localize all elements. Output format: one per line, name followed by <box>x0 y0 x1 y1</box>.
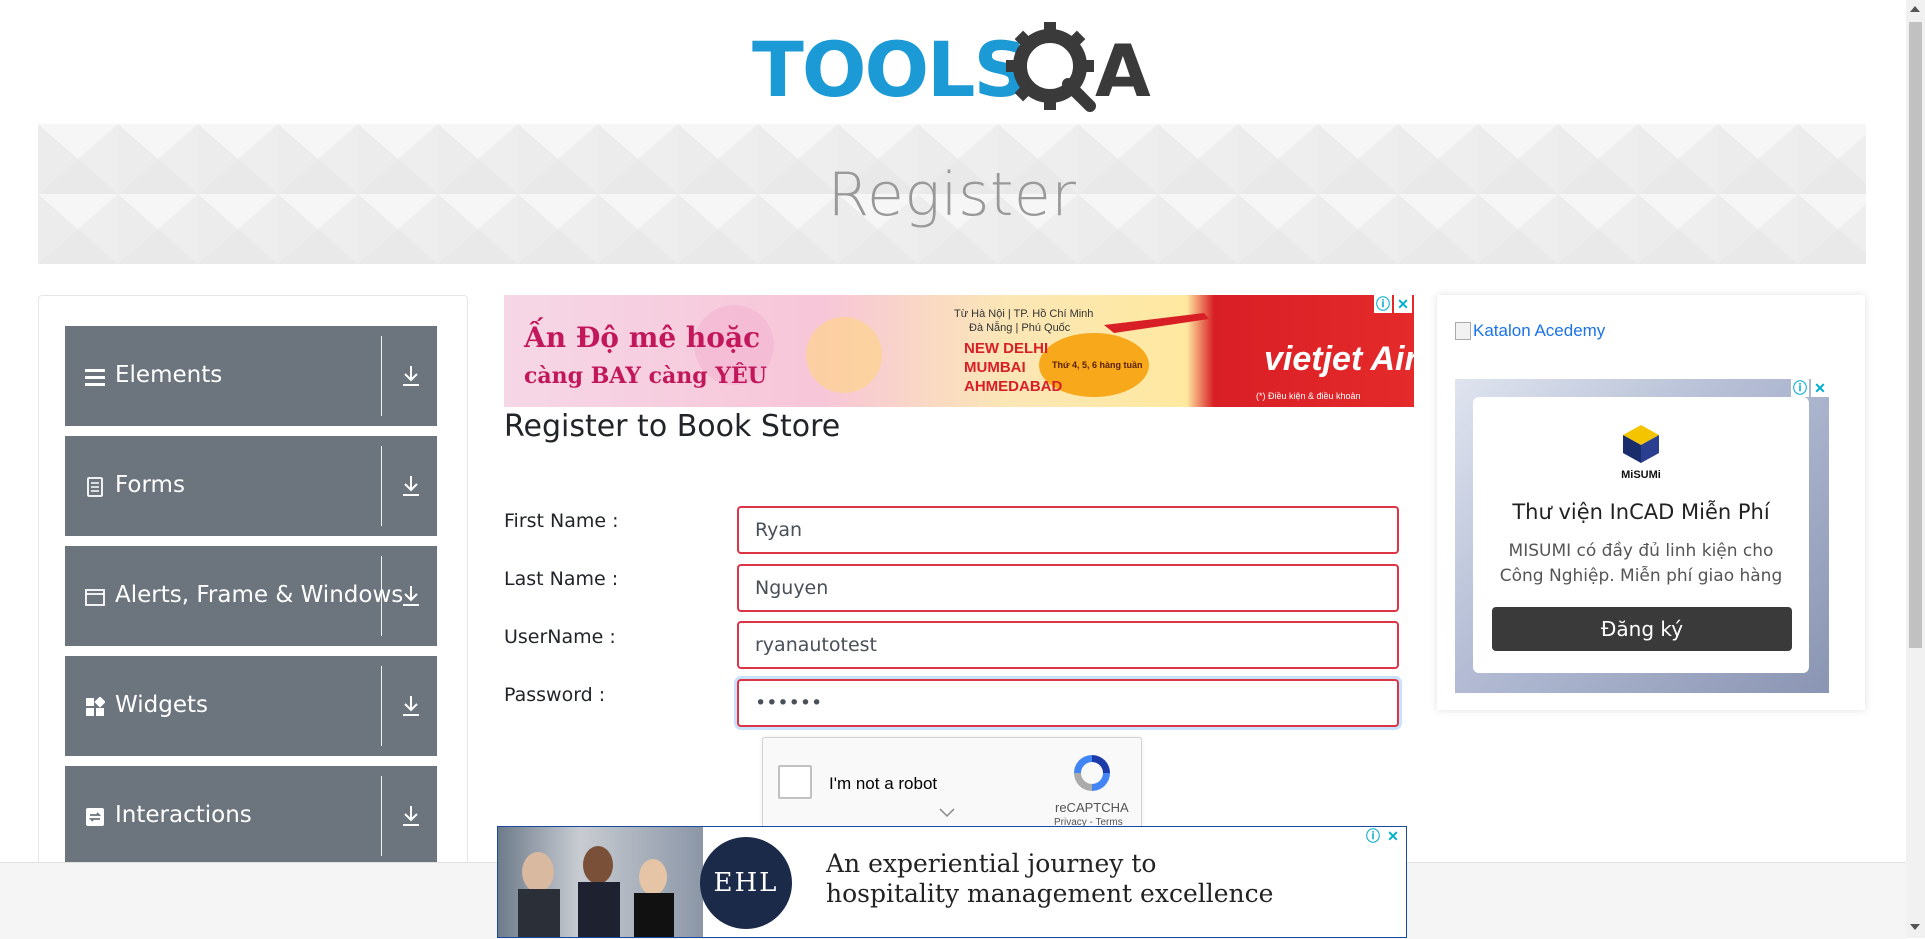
ad-headline-2: càng BAY càng YÊU <box>524 362 767 389</box>
misumi-heading: Thư viện InCAD Miễn Phí <box>1512 500 1770 524</box>
form-title: Register to Book Store <box>504 409 841 444</box>
scroll-down-icon[interactable] <box>1910 924 1920 930</box>
vietjet-ad-graphic: Ấn Độ mê hoặc càng BAY càng YÊU Từ Hà Nộ… <box>504 295 1414 407</box>
toolsqa-logo[interactable]: TOOLS A <box>750 16 1160 116</box>
download-arrow-icon[interactable] <box>401 694 421 718</box>
last-name-input[interactable]: Nguyen <box>737 564 1399 612</box>
ad-banner-vietjet[interactable]: Ấn Độ mê hoặc càng BAY càng YÊU Từ Hà Nộ… <box>504 295 1414 407</box>
sidebar-group-label: Interactions <box>115 802 252 828</box>
divider <box>381 556 382 636</box>
recaptcha-logo-icon <box>1074 755 1110 791</box>
ad-routes-from: Từ Hà Nội | TP. Hồ Chí Minh <box>954 308 1093 320</box>
recaptcha-widget: I'm not a robot reCAPTCHA Privacy - Term… <box>762 737 1142 833</box>
ad-banner-ehl[interactable]: EHL An experiential journey to hospitali… <box>497 826 1407 938</box>
ad-destination: AHMEDABAD <box>964 378 1062 395</box>
recaptcha-brand: reCAPTCHA <box>1055 800 1129 815</box>
misumi-logo-text: MiSUMi <box>1621 469 1661 481</box>
ad-destination: NEW DELHI <box>964 340 1048 357</box>
sidebar-group-label: Widgets <box>115 692 208 718</box>
ehl-line-1: An experiential journey to <box>826 849 1157 878</box>
katalon-ad-link[interactable]: Katalon Acedemy <box>1455 321 1605 341</box>
ehl-photo <box>498 827 703 937</box>
ad-close-icon[interactable]: ✕ <box>1384 827 1402 845</box>
page-banner: Register <box>38 124 1866 264</box>
sidebar-group-label: Elements <box>115 362 223 388</box>
ad-close-icon[interactable]: ✕ <box>1394 295 1412 313</box>
ad-info-icon[interactable]: ⓘ <box>1791 379 1809 397</box>
recaptcha-checkbox[interactable] <box>778 765 812 799</box>
divider <box>381 446 382 526</box>
ad-disclaimer: (*) Điều kiện & điều khoản <box>1256 391 1361 401</box>
password-input[interactable]: •••••• <box>737 679 1399 727</box>
widgets-icon <box>86 697 105 716</box>
interactions-icon <box>86 808 104 826</box>
download-arrow-icon[interactable] <box>401 474 421 498</box>
vertical-scrollbar[interactable] <box>1906 0 1925 938</box>
ehl-tagline: An experiential journey to hospitality m… <box>826 849 1273 909</box>
ad-info-icon[interactable]: ⓘ <box>1364 827 1382 845</box>
misumi-ad[interactable]: ⓘ ✕ MiSUMi Thư viện InCAD Miễn Phí MISUM… <box>1455 379 1829 693</box>
svg-text:A: A <box>1095 29 1151 113</box>
scrollbar-thumb[interactable] <box>1909 22 1922 648</box>
hamburger-icon <box>85 369 105 386</box>
sidebar-group-alerts[interactable]: Alerts, Frame & Windows <box>65 546 437 646</box>
divider <box>381 776 382 856</box>
ehl-line-2: hospitality management excellence <box>826 879 1274 908</box>
first-name-label: First Name : <box>504 510 619 532</box>
scroll-up-icon[interactable] <box>1910 6 1920 12</box>
ad-close-icon[interactable]: ✕ <box>1811 379 1829 397</box>
sidebar: Elements Forms Alerts, Frame & Windows W… <box>38 295 468 939</box>
misumi-card: MiSUMi Thư viện InCAD Miễn Phí MISUMI có… <box>1473 397 1809 673</box>
username-input[interactable]: ryanautotest <box>737 621 1399 669</box>
sidebar-group-widgets[interactable]: Widgets <box>65 656 437 756</box>
sidebar-group-label: Forms <box>115 472 185 498</box>
password-label: Password : <box>504 684 606 706</box>
gear-icon <box>1006 22 1096 112</box>
broken-image-icon <box>1455 322 1471 340</box>
sidebar-group-interactions[interactable]: Interactions <box>65 766 437 866</box>
chevron-down-icon[interactable] <box>939 808 955 818</box>
ad-destination: MUMBAI <box>964 359 1026 376</box>
divider <box>381 666 382 746</box>
misumi-register-button[interactable]: Đăng ký <box>1492 607 1792 651</box>
username-label: UserName : <box>504 626 616 648</box>
ad-routes-from-2: Đà Nẵng | Phú Quốc <box>969 321 1071 334</box>
window-icon <box>85 589 105 606</box>
sidebar-group-label: Alerts, Frame & Windows <box>115 582 404 608</box>
misumi-body: MISUMI có đầy đủ linh kiện cho Công Nghi… <box>1499 541 1783 586</box>
download-arrow-icon[interactable] <box>401 804 421 828</box>
logo-tools-text: TOOLS <box>752 25 1026 114</box>
download-arrow-icon[interactable] <box>401 364 421 388</box>
page-title: Register <box>827 160 1077 230</box>
ad-brand: vietjet Air.com <box>1264 340 1414 378</box>
ad-headline-1: Ấn Độ mê hoặc <box>523 317 760 354</box>
misumi-logo-icon <box>1623 425 1659 463</box>
recaptcha-label: I'm not a robot <box>829 774 938 793</box>
ad-days: Thứ 4, 5, 6 hàng tuần <box>1052 360 1143 370</box>
document-icon <box>87 477 103 497</box>
right-ad-panel: Katalon Acedemy ⓘ ✕ MiSUMi Thư viện InCA… <box>1437 295 1865 710</box>
katalon-alt-text: Katalon Acedemy <box>1473 321 1606 340</box>
ehl-logo: EHL <box>700 837 792 929</box>
sidebar-group-elements[interactable]: Elements <box>65 326 437 426</box>
divider <box>381 336 382 416</box>
first-name-input[interactable]: Ryan <box>737 506 1399 554</box>
download-arrow-icon[interactable] <box>401 584 421 608</box>
ad-info-icon[interactable]: ⓘ <box>1374 295 1392 313</box>
sidebar-group-forms[interactable]: Forms <box>65 436 437 536</box>
last-name-label: Last Name : <box>504 568 619 590</box>
